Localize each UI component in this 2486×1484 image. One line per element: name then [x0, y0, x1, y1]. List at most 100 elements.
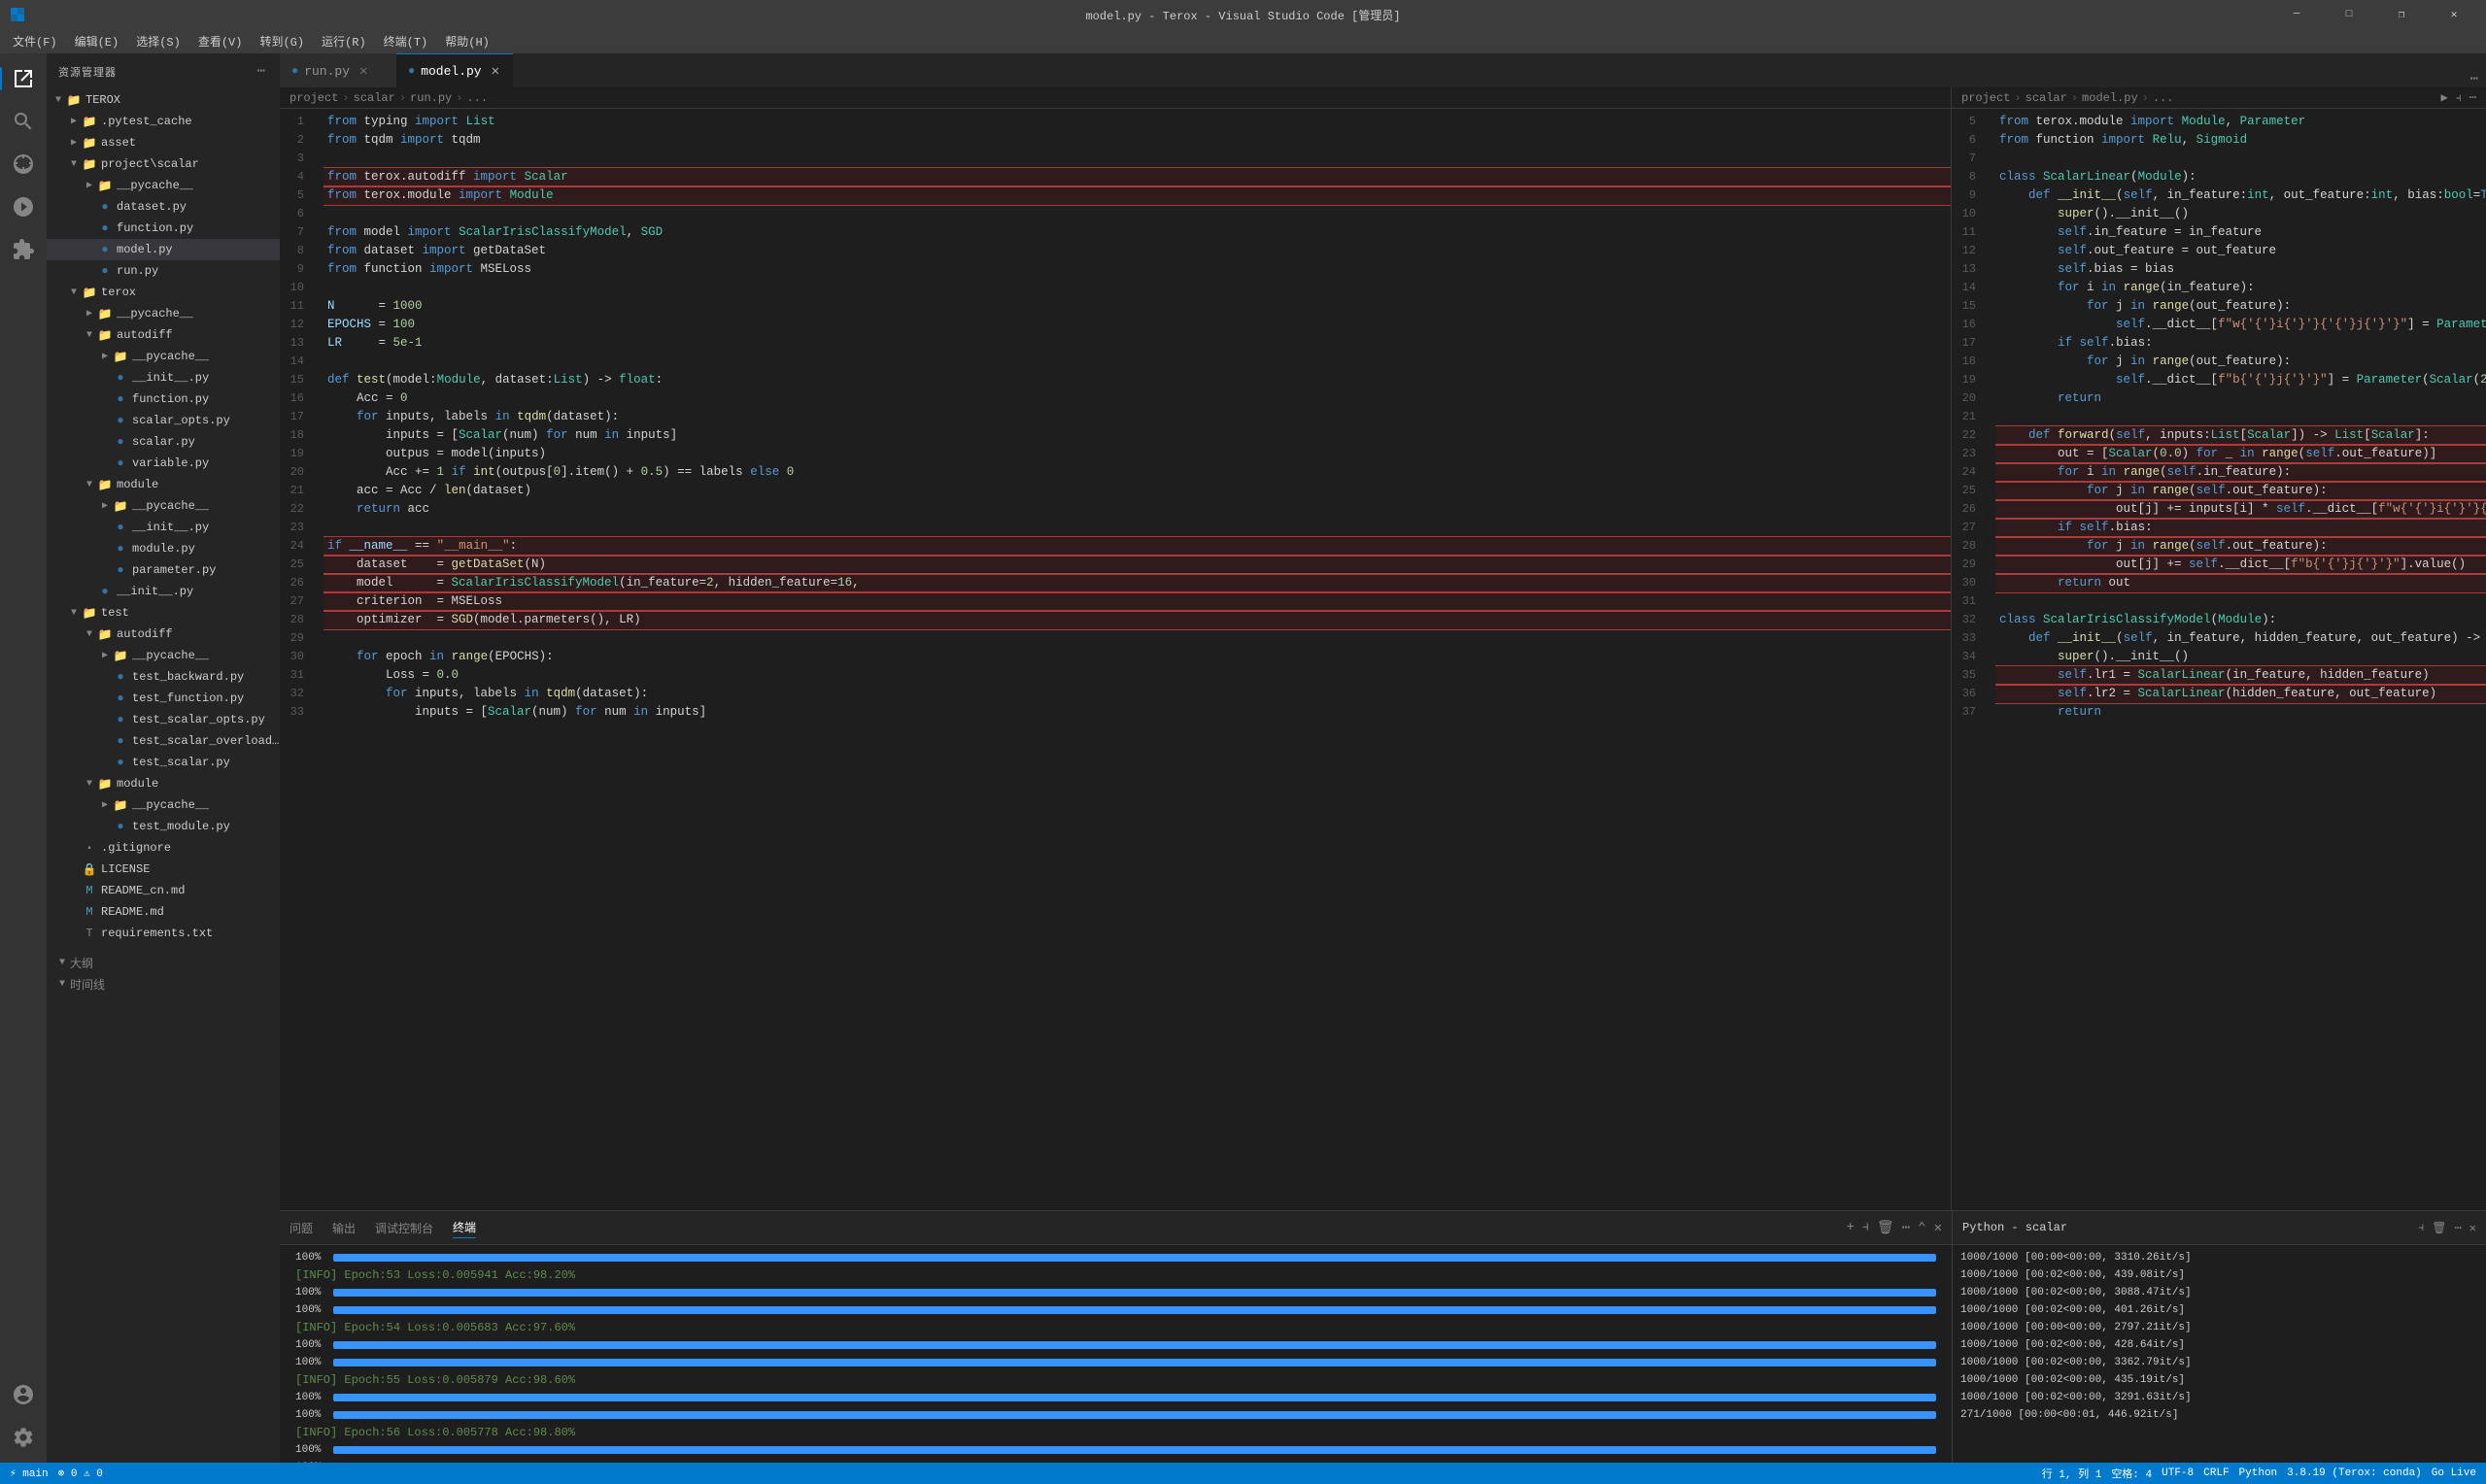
- terminal-split-icon[interactable]: ⫞: [1862, 1220, 1869, 1235]
- sidebar-item-pytest-cache[interactable]: ▶ 📁 .pytest_cache: [47, 111, 280, 132]
- sidebar-item-function-py[interactable]: ▶ ● function.py: [47, 218, 280, 239]
- account-icon[interactable]: [6, 1377, 41, 1412]
- sidebar-content[interactable]: ▼ 📁 TEROX ▶ 📁 .pytest_cache ▶ 📁 asset ▼ …: [47, 89, 280, 1463]
- sidebar-item-init-py1[interactable]: ▶ ● __init__.py: [47, 367, 280, 388]
- terminal-close-icon[interactable]: ✕: [1934, 1220, 1942, 1236]
- maximize-button[interactable]: □: [2327, 0, 2371, 29]
- run-button[interactable]: ▶: [2441, 90, 2448, 105]
- sidebar-item-terox-folder[interactable]: ▼ 📁 terox: [47, 282, 280, 303]
- sidebar-item-pycache6[interactable]: ▶ 📁 __pycache__: [47, 794, 280, 816]
- sidebar-item-dataset-py[interactable]: ▶ ● dataset.py: [47, 196, 280, 218]
- sidebar-item-model-py[interactable]: ▶ ● model.py: [47, 239, 280, 260]
- restore-button[interactable]: ❐: [2379, 0, 2424, 29]
- right-terminal-content[interactable]: 1000/1000 [00:00<00:00, 3310.26it/s] 100…: [1953, 1245, 2486, 1463]
- tab-model-close[interactable]: ✕: [492, 63, 499, 80]
- sidebar-item-module-folder[interactable]: ▼ 📁 module: [47, 474, 280, 495]
- sidebar-item-test-scalar-overload[interactable]: ▶ ● test_scalar_overload.py: [47, 730, 280, 752]
- sidebar-item-scalar-opts-py[interactable]: ▶ ● scalar_opts.py: [47, 410, 280, 431]
- status-branch[interactable]: ⚡ main: [10, 1467, 49, 1480]
- close-button[interactable]: ✕: [2432, 0, 2476, 29]
- git-icon[interactable]: [6, 147, 41, 182]
- terminal-kill-icon[interactable]: 🗑: [1877, 1220, 1894, 1236]
- tab-run-close[interactable]: ✕: [359, 63, 367, 80]
- sidebar-item-pycache5[interactable]: ▶ 📁 __pycache__: [47, 645, 280, 666]
- terminal-content[interactable]: 100% [INFO] Epoch:53 Loss:0.005941 Acc:9…: [280, 1245, 1952, 1463]
- status-position[interactable]: 行 1, 列 1: [2042, 1466, 2102, 1481]
- terminal-add-icon[interactable]: +: [1847, 1220, 1855, 1235]
- status-errors[interactable]: ⊗ 0 ⚠ 0: [58, 1467, 103, 1480]
- sidebar-item-scalar-py[interactable]: ▶ ● scalar.py: [47, 431, 280, 453]
- tab-model-py[interactable]: ● model.py ✕: [396, 53, 513, 87]
- sidebar-item-init-py3[interactable]: ▶ ● __init__.py: [47, 581, 280, 602]
- terminal-kill-btn[interactable]: 🗑: [2432, 1221, 2446, 1235]
- sidebar-item-readme-cn[interactable]: ▶ M README_cn.md: [47, 880, 280, 901]
- settings-icon[interactable]: [6, 1420, 41, 1455]
- sidebar-item-asset[interactable]: ▶ 📁 asset: [47, 132, 280, 153]
- status-language[interactable]: Python: [2239, 1467, 2278, 1479]
- terminal-close-btn[interactable]: ✕: [2469, 1221, 2476, 1235]
- extensions-icon[interactable]: [6, 232, 41, 267]
- terminal-more-btn[interactable]: ⋯: [2455, 1221, 2462, 1235]
- sidebar-item-pycache3[interactable]: ▶ 📁 __pycache__: [47, 346, 280, 367]
- tab-split-button[interactable]: ⋯: [2470, 71, 2478, 87]
- sidebar-item-autodiff[interactable]: ▼ 📁 autodiff: [47, 324, 280, 346]
- sidebar-item-test-scalar[interactable]: ▶ ● test_scalar.py: [47, 752, 280, 773]
- status-encoding[interactable]: UTF-8: [2162, 1467, 2194, 1479]
- menu-file[interactable]: 文件(F): [5, 31, 65, 51]
- sidebar-item-test-module[interactable]: ▶ ● test_module.py: [47, 816, 280, 837]
- terminal-tab-output[interactable]: 输出: [332, 1218, 356, 1238]
- terminal-more-icon[interactable]: ⋯: [1902, 1220, 1910, 1236]
- model-py-editor[interactable]: project › scalar › model.py › ... ▶ ⫞ ⋯: [1952, 87, 2486, 1210]
- status-python-version[interactable]: 3.8.19 (Terox: conda): [2287, 1467, 2422, 1479]
- terminal-max-icon[interactable]: ⌃: [1918, 1220, 1925, 1236]
- search-icon[interactable]: [6, 104, 41, 139]
- terminal-split-btn[interactable]: ⫞: [2418, 1221, 2424, 1235]
- sidebar-item-terox[interactable]: ▼ 📁 TEROX: [47, 89, 280, 111]
- sidebar-item-gitignore[interactable]: ▶ ⬝ .gitignore: [47, 837, 280, 859]
- sidebar-item-run-py[interactable]: ▶ ● run.py: [47, 260, 280, 282]
- status-eol[interactable]: CRLF: [2203, 1467, 2229, 1479]
- sidebar-item-pycache2[interactable]: ▶ 📁 __pycache__: [47, 303, 280, 324]
- sidebar-item-requirements[interactable]: ▶ T requirements.txt: [47, 923, 280, 944]
- status-spaces[interactable]: 空格: 4: [2111, 1466, 2152, 1481]
- menu-run[interactable]: 运行(R): [314, 31, 374, 51]
- more-button[interactable]: ⋯: [2469, 90, 2476, 105]
- sidebar-item-module-py[interactable]: ▶ ● module.py: [47, 538, 280, 559]
- menu-goto[interactable]: 转到(G): [252, 31, 312, 51]
- minimize-button[interactable]: ─: [2274, 0, 2319, 29]
- sidebar-item-function-py2[interactable]: ▶ ● function.py: [47, 388, 280, 410]
- menu-view[interactable]: 查看(V): [190, 31, 251, 51]
- status-golive[interactable]: Go Live: [2432, 1467, 2476, 1479]
- terminal-tab-terminal[interactable]: 终端: [453, 1217, 476, 1238]
- run-py-editor[interactable]: project › scalar › run.py › ... 1 2 3: [280, 87, 1951, 1210]
- explorer-icon[interactable]: [6, 61, 41, 96]
- sidebar-item-init-py2[interactable]: ▶ ● __init__.py: [47, 517, 280, 538]
- tab-run-py[interactable]: ● run.py ✕: [280, 53, 396, 87]
- run-py-content[interactable]: 1 2 3 4 5 6 7 8 9 10 11 12 13: [280, 109, 1951, 1210]
- sidebar-item-license[interactable]: ▶ 🔒 LICENSE: [47, 859, 280, 880]
- sidebar-item-test-scalar-opts[interactable]: ▶ ● test_scalar_opts.py: [47, 709, 280, 730]
- sidebar-timeline[interactable]: ▼ 时间线: [47, 973, 280, 995]
- sidebar-item-autodiff2[interactable]: ▼ 📁 autodiff: [47, 624, 280, 645]
- terminal-tab-debug[interactable]: 调试控制台: [375, 1218, 433, 1238]
- menu-help[interactable]: 帮助(H): [437, 31, 497, 51]
- sidebar-outline[interactable]: ▼ 大纲: [47, 952, 280, 973]
- terminal-tab-issues[interactable]: 问题: [289, 1218, 313, 1238]
- sidebar-item-parameter-py[interactable]: ▶ ● parameter.py: [47, 559, 280, 581]
- split-button[interactable]: ⫞: [2456, 91, 2462, 105]
- sidebar-item-pycache4[interactable]: ▶ 📁 __pycache__: [47, 495, 280, 517]
- sidebar-item-test-backward[interactable]: ▶ ● test_backward.py: [47, 666, 280, 688]
- sidebar-item-module2[interactable]: ▼ 📁 module: [47, 773, 280, 794]
- debug-icon[interactable]: [6, 189, 41, 224]
- sidebar-item-test-function[interactable]: ▶ ● test_function.py: [47, 688, 280, 709]
- new-file-icon[interactable]: ⋯: [255, 61, 268, 82]
- window-controls[interactable]: ─ □ ❐ ✕: [2274, 0, 2476, 29]
- sidebar-item-variable-py[interactable]: ▶ ● variable.py: [47, 453, 280, 474]
- model-py-content[interactable]: 5 6 7 8 9 10 11 12 13 14 15 16 1: [1952, 109, 2486, 1210]
- sidebar-item-readme[interactable]: ▶ M README.md: [47, 901, 280, 923]
- sidebar-item-pycache1[interactable]: ▶ 📁 __pycache__: [47, 175, 280, 196]
- menu-select[interactable]: 选择(S): [128, 31, 188, 51]
- menu-terminal[interactable]: 终端(T): [376, 31, 436, 51]
- sidebar-item-project-scalar[interactable]: ▼ 📁 project\scalar: [47, 153, 280, 175]
- menu-edit[interactable]: 编辑(E): [67, 31, 127, 51]
